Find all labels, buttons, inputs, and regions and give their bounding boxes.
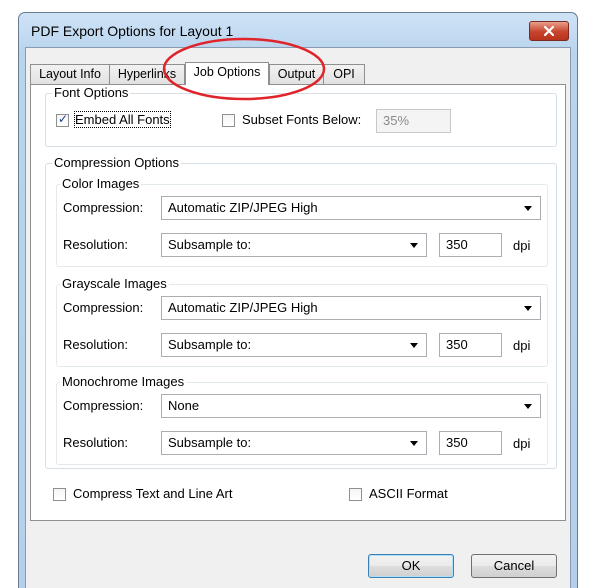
chevron-down-icon bbox=[410, 441, 418, 446]
chevron-down-icon bbox=[410, 243, 418, 248]
compression-options-label: Compression Options bbox=[52, 155, 181, 170]
monochrome-dpi-unit: dpi bbox=[513, 436, 531, 451]
subset-fonts-percent-field[interactable]: 35% bbox=[376, 109, 451, 133]
color-resolution-value: Subsample to: bbox=[168, 237, 252, 252]
grayscale-images-group: Grayscale Images Compression: Automatic … bbox=[56, 276, 548, 367]
font-options-label: Font Options bbox=[52, 85, 131, 100]
color-resolution-dropdown[interactable]: Subsample to: bbox=[161, 233, 427, 257]
cancel-button[interactable]: Cancel bbox=[471, 554, 557, 578]
monochrome-images-label: Monochrome Images bbox=[60, 374, 187, 389]
monochrome-resolution-value: Subsample to: bbox=[168, 435, 252, 450]
font-options-group: Font Options Embed All Fonts Subset Font… bbox=[45, 85, 557, 147]
window-title: PDF Export Options for Layout 1 bbox=[31, 23, 234, 39]
chevron-down-icon bbox=[410, 343, 418, 348]
grayscale-compression-dropdown[interactable]: Automatic ZIP/JPEG High bbox=[161, 296, 541, 320]
color-compression-dropdown[interactable]: Automatic ZIP/JPEG High bbox=[161, 196, 541, 220]
chevron-down-icon bbox=[524, 206, 532, 211]
subset-fonts-label[interactable]: Subset Fonts Below: bbox=[242, 112, 361, 127]
tab-output[interactable]: Output bbox=[269, 64, 324, 84]
close-icon bbox=[543, 25, 555, 37]
monochrome-dpi-field[interactable]: 350 bbox=[439, 431, 502, 455]
monochrome-resolution-label: Resolution: bbox=[63, 435, 129, 450]
tab-hyperlinks[interactable]: Hyperlinks bbox=[109, 64, 185, 84]
color-images-group: Color Images Compression: Automatic ZIP/… bbox=[56, 176, 548, 267]
grayscale-compression-label: Compression: bbox=[63, 300, 144, 315]
close-button[interactable] bbox=[529, 21, 569, 41]
color-compression-value: Automatic ZIP/JPEG High bbox=[168, 200, 318, 215]
grayscale-resolution-value: Subsample to: bbox=[168, 337, 252, 352]
dialog-window: PDF Export Options for Layout 1 Layout I… bbox=[18, 12, 578, 588]
grayscale-resolution-label: Resolution: bbox=[63, 337, 129, 352]
compression-options-group: Compression Options Color Images Compres… bbox=[45, 155, 557, 469]
grayscale-resolution-dropdown[interactable]: Subsample to: bbox=[161, 333, 427, 357]
compress-text-label[interactable]: Compress Text and Line Art bbox=[73, 486, 232, 501]
compress-text-checkbox[interactable] bbox=[53, 488, 66, 501]
tab-opi[interactable]: OPI bbox=[323, 64, 365, 84]
chevron-down-icon bbox=[524, 306, 532, 311]
color-images-label: Color Images bbox=[60, 176, 142, 191]
color-dpi-unit: dpi bbox=[513, 238, 531, 253]
embed-all-fonts-label[interactable]: Embed All Fonts bbox=[74, 111, 171, 128]
ok-button[interactable]: OK bbox=[368, 554, 454, 578]
tab-job-options[interactable]: Job Options bbox=[185, 62, 269, 85]
grayscale-dpi-unit: dpi bbox=[513, 338, 531, 353]
monochrome-compression-dropdown[interactable]: None bbox=[161, 394, 541, 418]
ascii-format-label[interactable]: ASCII Format bbox=[369, 486, 448, 501]
color-dpi-field[interactable]: 350 bbox=[439, 233, 502, 257]
monochrome-compression-value: None bbox=[168, 398, 200, 413]
dialog-client-area: Layout Info Hyperlinks Job Options Outpu… bbox=[25, 47, 571, 588]
grayscale-images-label: Grayscale Images bbox=[60, 276, 169, 291]
tab-layout-info[interactable]: Layout Info bbox=[30, 64, 110, 84]
job-options-panel: Font Options Embed All Fonts Subset Font… bbox=[30, 84, 566, 521]
grayscale-dpi-field[interactable]: 350 bbox=[439, 333, 502, 357]
embed-all-fonts-checkbox[interactable] bbox=[56, 112, 69, 127]
ascii-format-checkbox[interactable] bbox=[349, 488, 362, 501]
grayscale-compression-value: Automatic ZIP/JPEG High bbox=[168, 300, 318, 315]
monochrome-compression-label: Compression: bbox=[63, 398, 144, 413]
subset-fonts-checkbox[interactable] bbox=[222, 114, 235, 127]
color-resolution-label: Resolution: bbox=[63, 237, 129, 252]
monochrome-resolution-dropdown[interactable]: Subsample to: bbox=[161, 431, 427, 455]
monochrome-images-group: Monochrome Images Compression: None Reso… bbox=[56, 374, 548, 465]
color-compression-label: Compression: bbox=[63, 200, 144, 215]
chevron-down-icon bbox=[524, 404, 532, 409]
